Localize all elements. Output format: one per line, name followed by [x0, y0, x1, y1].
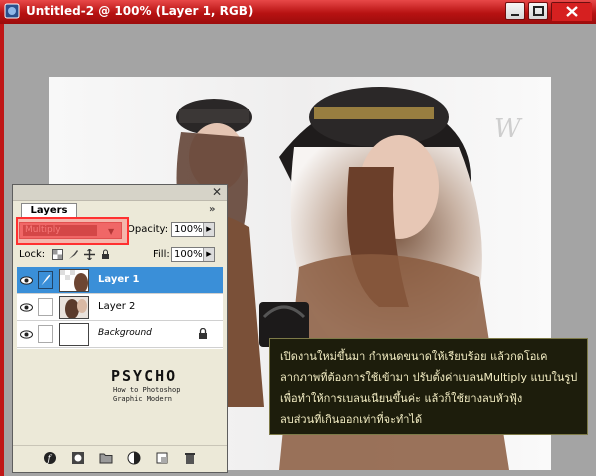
eye-icon[interactable] — [20, 301, 33, 314]
brush-icon[interactable] — [38, 271, 53, 289]
maximize-icon — [533, 6, 544, 16]
close-button[interactable] — [551, 2, 592, 21]
eye-icon[interactable] — [20, 328, 33, 341]
fill-value: 100% — [174, 249, 203, 260]
lock-all-icon[interactable] — [100, 249, 111, 260]
layers-panel-toolbar: f — [13, 445, 227, 472]
title-bar[interactable]: Untitled-2 @ 100% (Layer 1, RGB) — [0, 0, 596, 24]
layer-name: Layer 1 — [98, 274, 140, 285]
minimize-button[interactable] — [505, 2, 525, 20]
logo-subtitle-2: Graphic Modern — [113, 395, 173, 403]
note-line-2: ลากภาพที่ต้องการใช้เข้ามา ปรับตั้งค่าเบล… — [280, 371, 578, 384]
opacity-arrow-icon[interactable]: ▶ — [203, 223, 214, 236]
window-left-border — [0, 24, 4, 476]
layer-row-layer-2[interactable]: Layer 2 — [17, 294, 223, 321]
minimize-icon — [511, 14, 519, 16]
padlock-icon — [199, 328, 207, 339]
panel-close-icon[interactable]: ✕ — [210, 185, 224, 199]
layer-name: Background — [98, 328, 152, 338]
layers-list: Layer 1 Layer 2 Background — [17, 267, 223, 349]
document-window: Untitled-2 @ 100% (Layer 1, RGB) W ✕ Lay… — [0, 0, 596, 476]
new-layer-icon[interactable] — [155, 451, 169, 465]
instruction-note: เปิดงานใหม่ขึ้นมา กำหนดขนาดให้เรียบร้อย … — [269, 338, 588, 435]
fill-field[interactable]: 100% ▶ — [171, 247, 215, 262]
tab-layers[interactable]: Layers — [21, 203, 77, 218]
note-line-3: เพื่อทำให้การเบลนเนียนขึ้นค่ะ แล้วก็ใช้ย… — [280, 392, 523, 405]
note-line-4: ลบส่วนที่เกินออกเท่าที่จะทำได้ — [280, 413, 423, 426]
new-group-icon[interactable] — [99, 451, 113, 465]
opacity-field[interactable]: 100% ▶ — [171, 222, 215, 237]
note-line-1: เปิดงานใหม่ขึ้นมา กำหนดขนาดให้เรียบร้อย … — [280, 350, 548, 363]
trash-icon[interactable] — [183, 451, 197, 465]
layer-link-slot[interactable] — [38, 325, 53, 343]
layer-name: Layer 2 — [98, 301, 136, 312]
layer-row-background[interactable]: Background — [17, 321, 223, 348]
lock-transparency-icon[interactable] — [52, 249, 63, 260]
panel-menu-icon[interactable]: » — [209, 204, 215, 215]
layer-row-layer-1[interactable]: Layer 1 — [17, 267, 223, 294]
photoshop-document-icon — [4, 3, 20, 19]
logo-title: PSYCHO — [111, 367, 178, 385]
layer-thumbnail — [59, 296, 89, 319]
fill-label: Fill: — [153, 249, 170, 260]
maximize-button[interactable] — [528, 2, 548, 20]
logo-subtitle-1: How to Photoshop — [113, 386, 181, 394]
fill-arrow-icon[interactable]: ▶ — [203, 248, 214, 261]
layer-link-slot[interactable] — [38, 298, 53, 316]
svg-text:W: W — [494, 114, 523, 144]
window-title: Untitled-2 @ 100% (Layer 1, RGB) — [26, 4, 254, 18]
lock-move-icon[interactable] — [84, 249, 95, 260]
opacity-value: 100% — [174, 224, 203, 235]
blend-mode-highlight — [16, 217, 129, 245]
lock-label: Lock: — [19, 249, 46, 260]
panel-header[interactable]: ✕ — [13, 185, 227, 201]
psycho-watermark-logo: PSYCHO How to Photoshop Graphic Modern — [109, 367, 205, 411]
layer-mask-icon[interactable] — [71, 451, 85, 465]
eye-icon[interactable] — [20, 274, 33, 287]
layer-thumbnail — [59, 269, 89, 292]
opacity-label: Opacity: — [127, 224, 169, 235]
panel-tab-row: Layers » — [13, 201, 227, 218]
layer-style-icon[interactable]: f — [43, 451, 57, 465]
lock-brush-icon[interactable] — [68, 249, 79, 260]
close-icon — [552, 3, 592, 21]
layer-thumbnail — [59, 323, 89, 346]
lock-fill-row: Lock: Fill: 100% ▶ — [13, 245, 227, 265]
adjustment-layer-icon[interactable] — [127, 451, 141, 465]
